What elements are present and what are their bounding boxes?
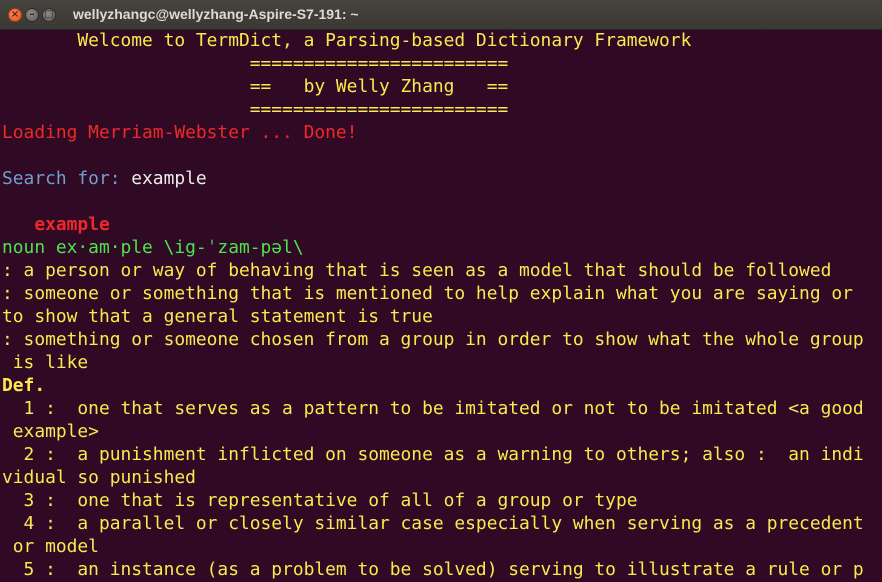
minimize-window-button[interactable]: – <box>25 7 39 22</box>
sense-line: : a person or way of behaving that is se… <box>2 260 832 281</box>
definition-line: 3 : one that is representative of all of… <box>2 490 638 511</box>
definition-line: 1 : one that serves as a pattern to be i… <box>2 398 864 419</box>
def-label: Def. <box>2 375 46 396</box>
headword: example <box>2 214 110 235</box>
banner-welcome: Welcome to TermDict, a Parsing-based Dic… <box>2 30 692 51</box>
definition-line: 4 : a parallel or closely similar case e… <box>2 513 864 534</box>
terminal-output[interactable]: Welcome to TermDict, a Parsing-based Dic… <box>2 29 882 582</box>
window-controls: × – □ <box>0 7 56 22</box>
close-window-button[interactable]: × <box>8 7 22 22</box>
search-query[interactable]: example <box>131 168 206 189</box>
window-title: wellyzhangc@wellyzhang-Aspire-S7-191: ~ <box>73 6 359 22</box>
sense-line: : something or someone chosen from a gro… <box>2 329 864 350</box>
definition-line: or model <box>2 536 99 557</box>
definition-line: 5 : an instance (as a problem to be solv… <box>2 559 864 580</box>
banner-byline: == by Welly Zhang == <box>2 76 509 97</box>
banner-rule-bottom: ======================== <box>2 99 509 120</box>
sense-line: to show that a general statement is true <box>2 306 433 327</box>
definition-line: example> <box>2 421 99 442</box>
sense-line: : someone or something that is mentioned… <box>2 283 853 304</box>
search-line[interactable]: Search for: example <box>2 167 882 190</box>
sense-line: is like <box>2 352 89 373</box>
pronunciation: noun ex·am·ple \ig-ˈzam-pəl\ <box>2 237 304 258</box>
loading-status: Loading Merriam-Webster ... Done! <box>2 122 358 143</box>
definition-line: vidual so punished <box>2 467 196 488</box>
definition-line: 2 : a punishment inflicted on someone as… <box>2 444 864 465</box>
maximize-window-button[interactable]: □ <box>42 7 56 22</box>
banner-rule-top: ======================== <box>2 53 509 74</box>
search-prompt: Search for: <box>2 168 132 189</box>
window-titlebar[interactable]: × – □ wellyzhangc@wellyzhang-Aspire-S7-1… <box>0 0 882 30</box>
